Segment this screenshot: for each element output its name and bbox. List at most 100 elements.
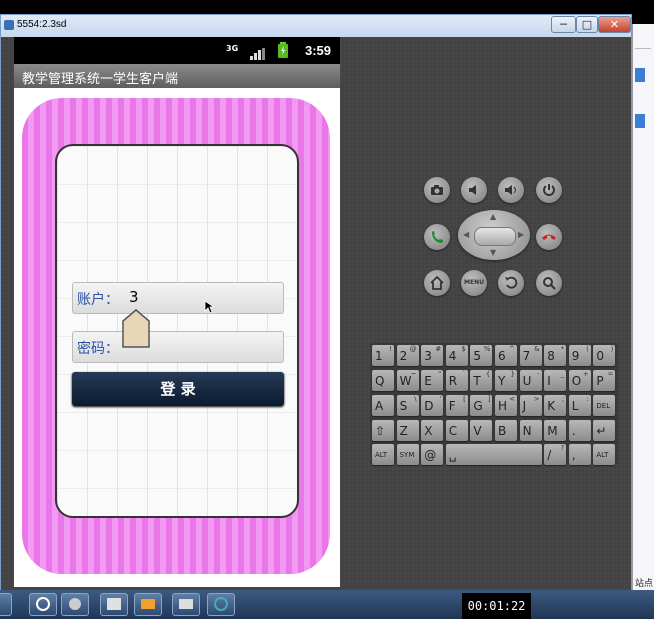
keyboard-key[interactable]: G]: [470, 395, 493, 416]
minimize-button[interactable]: ─: [551, 16, 576, 33]
keyboard-key[interactable]: ALT: [372, 444, 394, 465]
login-button[interactable]: 登 录: [72, 372, 284, 406]
keyboard-key-alt-label: ?: [560, 444, 565, 452]
keyboard-key-label: M: [547, 424, 558, 438]
account-field[interactable]: 账户： 3: [72, 282, 284, 314]
keyboard-key[interactable]: 9(: [568, 345, 591, 366]
call-icon[interactable]: [424, 224, 450, 250]
keyboard-key[interactable]: @: [421, 444, 444, 465]
keyboard-key-alt-label: ;: [561, 395, 565, 403]
keyboard-key[interactable]: D ': [421, 395, 444, 416]
keyboard-key[interactable]: U-: [519, 370, 542, 391]
power-icon[interactable]: [536, 177, 562, 203]
keyboard-key[interactable]: O +: [568, 370, 591, 391]
keyboard-key[interactable]: 4 $: [445, 345, 468, 366]
keyboard-key[interactable]: W ~: [396, 370, 419, 391]
keyboard-key-label: 3: [424, 349, 432, 363]
home-icon[interactable]: [424, 270, 450, 296]
keyboard-key[interactable]: 3 #: [421, 345, 444, 366]
keyboard-key-label: P: [596, 374, 604, 388]
close-button[interactable]: ✕: [598, 16, 631, 33]
dpad-left-icon[interactable]: ◀: [463, 230, 469, 239]
taskbar-item[interactable]: [61, 593, 89, 616]
keyboard-key[interactable]: E ": [421, 370, 444, 391]
keyboard-key-alt-label: >: [533, 395, 540, 403]
keyboard-key[interactable]: 0): [593, 345, 616, 366]
keyboard-key-label: N: [522, 424, 532, 438]
keyboard-key[interactable]: S \: [396, 395, 419, 416]
camera-button[interactable]: [424, 177, 450, 203]
taskbar-item[interactable]: [172, 593, 200, 616]
dpad-down-icon[interactable]: ▼: [490, 248, 496, 257]
text-selection-handle-icon[interactable]: [122, 309, 150, 353]
keyboard-key[interactable]: Q: [372, 370, 394, 391]
keyboard-key-label: SYM: [399, 451, 415, 459]
keyboard-key[interactable]: ␣: [445, 444, 542, 465]
keyboard-key[interactable]: Y}: [495, 370, 517, 391]
end-call-icon[interactable]: [536, 224, 562, 250]
keyboard-key-label: ↵: [596, 424, 607, 438]
keyboard-key-label: ALT: [596, 451, 609, 459]
dpad-center-button[interactable]: [474, 227, 516, 246]
menu-button[interactable]: MENU: [461, 270, 487, 296]
password-field[interactable]: 密码：: [72, 331, 284, 363]
volume-down-icon[interactable]: [461, 177, 487, 203]
maximize-button[interactable]: □: [576, 16, 598, 33]
account-input[interactable]: 3: [129, 288, 139, 306]
keyboard-key[interactable]: 2 @: [396, 345, 419, 366]
keyboard-key[interactable]: 1!: [372, 345, 394, 366]
device-screen[interactable]: 3G 3:59 教学管理系统一学生客户端 账户： 3 密码： 登 录: [14, 37, 340, 587]
search-icon[interactable]: [536, 270, 562, 296]
keyboard-key[interactable]: K;: [544, 395, 567, 416]
keyboard-key[interactable]: 6 ^: [495, 345, 517, 366]
keyboard-key-label: H: [498, 399, 508, 413]
keyboard-key[interactable]: 5%: [470, 345, 493, 366]
dpad-right-icon[interactable]: ▶: [518, 230, 524, 239]
keyboard-key[interactable]: B: [495, 420, 517, 441]
keyboard-key[interactable]: C: [445, 420, 468, 441]
keyboard-key[interactable]: X: [421, 420, 444, 441]
taskbar-item[interactable]: [207, 593, 235, 616]
back-icon[interactable]: [498, 270, 524, 296]
keyboard-key[interactable]: Z: [396, 420, 419, 441]
keyboard-key[interactable]: A: [372, 395, 394, 416]
keyboard-key[interactable]: 8 *: [544, 345, 567, 366]
keyboard-key-alt-label: :: [586, 395, 589, 403]
keyboard-key[interactable]: L:: [568, 395, 591, 416]
keyboard-key-alt-label: =: [607, 370, 614, 378]
dpad-up-icon[interactable]: ▲: [490, 212, 496, 221]
keyboard-key-label: 2: [399, 349, 408, 363]
recording-timer: 00:01:22: [462, 593, 531, 619]
volume-up-icon[interactable]: [498, 177, 524, 203]
keyboard-key[interactable]: N: [519, 420, 542, 441]
keyboard-key[interactable]: P =: [593, 370, 616, 391]
taskbar-item[interactable]: [0, 593, 12, 616]
keyboard-key[interactable]: SYM: [396, 444, 419, 465]
taskbar-item[interactable]: [29, 593, 57, 616]
keyboard-key-label: ␣: [448, 448, 457, 462]
keyboard-key[interactable]: ALT: [593, 444, 616, 465]
keyboard-key-label: G: [473, 399, 483, 413]
keyboard-key[interactable]: /?: [544, 444, 567, 465]
window-titlebar[interactable]: 5554:2.3sd ─ □ ✕: [1, 15, 631, 37]
keyboard-key[interactable]: DEL: [593, 395, 616, 416]
keyboard-key-label: ⇧: [375, 424, 386, 438]
keyboard-key[interactable]: .: [568, 420, 591, 441]
keyboard-key[interactable]: V: [470, 420, 493, 441]
keyboard-key[interactable]: ↵: [593, 420, 616, 441]
keyboard-key-label: I: [547, 374, 551, 388]
app-title-bar: 教学管理系统一学生客户端: [14, 64, 340, 88]
keyboard-key[interactable]: I _: [544, 370, 567, 391]
keyboard-key[interactable]: ⇧: [372, 420, 394, 441]
keyboard-key[interactable]: J >: [519, 395, 542, 416]
keyboard-key[interactable]: F[: [445, 395, 468, 416]
keyboard-key[interactable]: T{: [470, 370, 493, 391]
keyboard-key[interactable]: R `: [445, 370, 468, 391]
keyboard-key[interactable]: M: [544, 420, 567, 441]
taskbar-item[interactable]: [100, 593, 128, 616]
keyboard-key[interactable]: H <: [495, 395, 517, 416]
keyboard-key[interactable]: 7 &: [519, 345, 542, 366]
background-window[interactable]: 站点: [632, 24, 654, 590]
taskbar-item[interactable]: [134, 593, 162, 616]
keyboard-key[interactable]: ,: [568, 444, 591, 465]
